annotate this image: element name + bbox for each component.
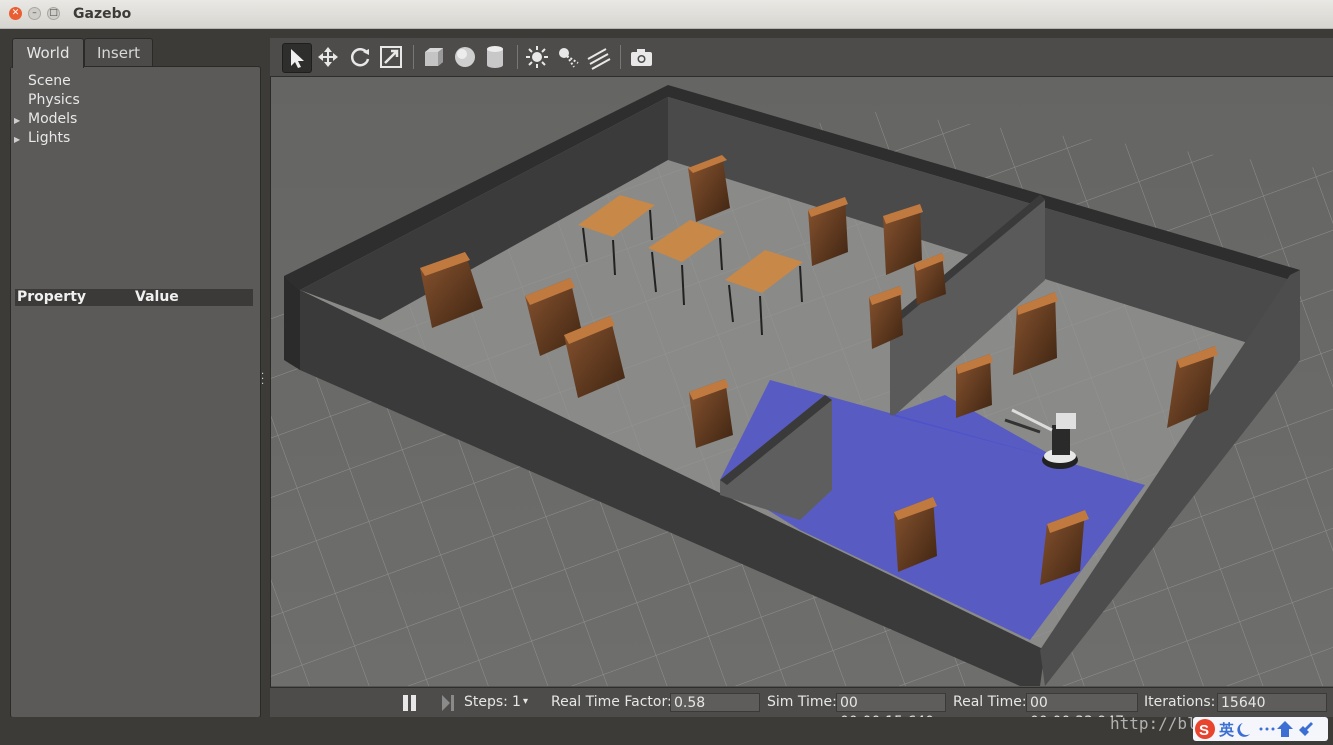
steps-dropdown-icon[interactable]: ▾ — [523, 696, 528, 707]
toolbar-separator — [620, 45, 621, 69]
wall-front-left-end — [284, 276, 300, 370]
sphere-icon[interactable] — [451, 43, 479, 71]
real-time-factor-field: 0.58 — [670, 693, 760, 712]
expand-arrow-icon[interactable]: ▶ — [14, 130, 28, 149]
select-arrow-icon[interactable] — [282, 43, 312, 73]
value-column-header[interactable]: Value — [135, 289, 179, 306]
tree-item-scene[interactable]: Scene — [14, 72, 80, 91]
iterations-field: 15640 — [1217, 693, 1327, 712]
property-column-header[interactable]: Property — [17, 289, 86, 306]
box-icon[interactable] — [420, 43, 448, 71]
screenshot-icon[interactable] — [627, 43, 655, 71]
spot-light-icon[interactable] — [554, 43, 582, 71]
real-time-factor-label: Real Time Factor: — [551, 694, 672, 710]
toolbar-separator — [517, 45, 518, 69]
toolbar-separator — [413, 45, 414, 69]
sim-time-field: 00 00:00:15.640 — [836, 693, 946, 730]
expand-arrow-icon[interactable]: ▶ — [14, 111, 28, 130]
directional-light-icon[interactable] — [584, 43, 612, 71]
real-time-label: Real Time: — [953, 694, 1027, 710]
svg-text:S: S — [1199, 722, 1209, 739]
real-time-field: 00 00:00:33.947 — [1026, 693, 1138, 730]
tree-item-models[interactable]: ▶ Models — [14, 110, 80, 129]
close-window-button[interactable]: ✕ — [9, 7, 22, 20]
maximize-window-button[interactable]: □ — [47, 7, 60, 20]
world-panel — [10, 66, 261, 718]
window-titlebar: ✕ – □ Gazebo — [0, 0, 1333, 29]
ime-language-label[interactable]: 英 — [1219, 719, 1234, 740]
point-light-icon[interactable] — [523, 43, 551, 71]
panel-splitter-handle[interactable]: · · · — [261, 370, 266, 390]
toolbar — [270, 38, 1333, 77]
3d-scene[interactable] — [271, 77, 1333, 686]
steps-label: Steps: — [464, 694, 508, 710]
translate-icon[interactable] — [314, 43, 342, 71]
rotate-icon[interactable] — [346, 43, 374, 71]
minimize-window-button[interactable]: – — [28, 7, 41, 20]
ime-toolbar[interactable]: S 英 — [1193, 717, 1328, 741]
world-tree: Scene Physics ▶ Models ▶ Lights — [14, 72, 80, 148]
tab-world[interactable]: World — [12, 38, 84, 68]
tree-item-lights[interactable]: ▶ Lights — [14, 129, 80, 148]
window-title: Gazebo — [73, 6, 132, 22]
pause-button[interactable] — [402, 694, 418, 716]
iterations-label: Iterations: — [1144, 694, 1216, 710]
sim-time-label: Sim Time: — [767, 694, 837, 710]
ime-toolbar-icons: S — [1195, 719, 1313, 739]
tab-insert[interactable]: Insert — [84, 38, 153, 68]
property-table-header: Property Value — [15, 289, 253, 306]
step-forward-button[interactable] — [440, 694, 458, 716]
scale-icon[interactable] — [377, 43, 405, 71]
tree-item-physics[interactable]: Physics — [14, 91, 80, 110]
cylinder-icon[interactable] — [481, 43, 509, 71]
steps-value[interactable]: 1 — [512, 694, 521, 710]
